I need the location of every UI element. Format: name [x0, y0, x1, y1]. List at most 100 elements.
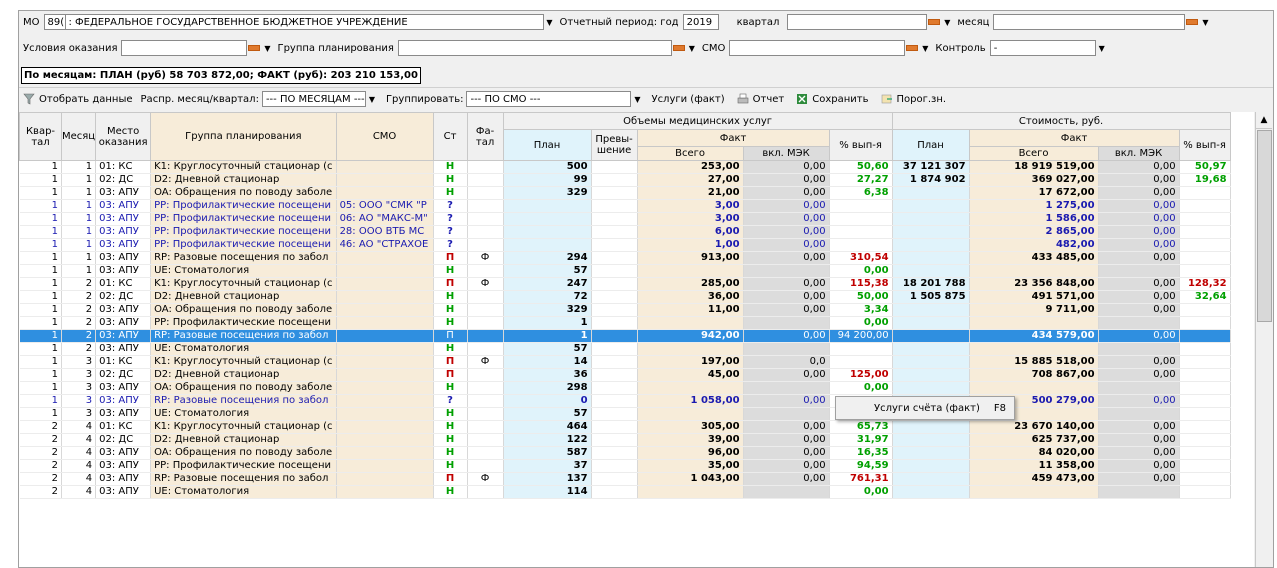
- cell-exc[interactable]: [591, 212, 638, 226]
- cell-ctotal[interactable]: 84 020,00: [969, 446, 1099, 460]
- cell-m[interactable]: 1: [61, 225, 97, 239]
- cell-q[interactable]: 1: [19, 277, 62, 291]
- col-quarter[interactable]: Квар-тал: [19, 112, 62, 161]
- cell-total[interactable]: 35,00: [637, 459, 744, 473]
- cell-plan[interactable]: 14: [503, 355, 592, 369]
- cell-cmek[interactable]: [1098, 381, 1180, 395]
- cell-total[interactable]: 45,00: [637, 368, 744, 382]
- cell-ctotal[interactable]: 17 672,00: [969, 186, 1099, 200]
- cell-place[interactable]: 02: ДС: [95, 368, 152, 382]
- cell-m[interactable]: 2: [61, 290, 97, 304]
- cell-smo[interactable]: [336, 485, 434, 499]
- cell-mek[interactable]: [743, 264, 830, 278]
- cell-m[interactable]: 1: [61, 264, 97, 278]
- cell-total[interactable]: [637, 264, 744, 278]
- cell-fat[interactable]: Ф: [467, 472, 504, 486]
- table-row[interactable]: 1 1 03: АПУ PP: Профилактические посещени 05…: [19, 199, 1231, 213]
- cell-group[interactable]: RP: Разовые посещения по забол: [150, 251, 337, 265]
- cell-mek[interactable]: [743, 407, 830, 421]
- cell-cpct[interactable]: [1179, 251, 1231, 265]
- cell-total[interactable]: 913,00: [637, 251, 744, 265]
- cell-group[interactable]: PP: Профилактические посещени: [150, 225, 337, 239]
- group-dropdown-icon[interactable]: ▼: [686, 41, 698, 55]
- cell-smo[interactable]: [336, 342, 434, 356]
- cell-m[interactable]: 1: [61, 238, 97, 252]
- cell-cplan[interactable]: [892, 446, 970, 460]
- cell-ctotal[interactable]: [969, 381, 1099, 395]
- cell-fat[interactable]: [467, 160, 504, 174]
- table-row[interactable]: 1 1 01: КС K1: Круглосуточный стационар (с Н…: [19, 160, 1231, 174]
- cell-mek[interactable]: 0,0: [743, 355, 830, 369]
- cell-cmek[interactable]: 0,00: [1098, 355, 1180, 369]
- cell-pct[interactable]: [829, 199, 893, 213]
- cell-cmek[interactable]: [1098, 407, 1180, 421]
- col-cost-pct[interactable]: % вып-я: [1178, 129, 1231, 161]
- cell-cmek[interactable]: 0,00: [1098, 329, 1180, 343]
- group-by-dropdown-icon[interactable]: ▼: [631, 92, 643, 106]
- cell-fat[interactable]: [467, 368, 504, 382]
- cell-pct[interactable]: 761,31: [829, 472, 893, 486]
- cell-cplan[interactable]: [892, 238, 970, 252]
- cell-plan[interactable]: 114: [503, 485, 592, 499]
- cell-q[interactable]: 1: [19, 394, 62, 408]
- cell-q[interactable]: 1: [19, 368, 62, 382]
- cell-cplan[interactable]: 1 505 875: [892, 290, 970, 304]
- cell-group[interactable]: OA: Обращения по поводу заболе: [150, 446, 337, 460]
- cell-cplan[interactable]: [892, 355, 970, 369]
- cell-cpct[interactable]: [1179, 485, 1231, 499]
- cell-m[interactable]: 1: [61, 251, 97, 265]
- cell-smo[interactable]: [336, 433, 434, 447]
- cell-st[interactable]: Н: [433, 342, 468, 356]
- cell-mek[interactable]: 0,00: [743, 199, 830, 213]
- cell-st[interactable]: П: [433, 472, 468, 486]
- col-group[interactable]: Группа планирования: [150, 112, 337, 161]
- cell-q[interactable]: 1: [19, 238, 62, 252]
- cell-cplan[interactable]: 37 121 307: [892, 160, 970, 174]
- cell-mek[interactable]: [743, 316, 830, 330]
- scroll-up-icon[interactable]: ▲: [1256, 112, 1272, 129]
- cell-cplan[interactable]: [892, 472, 970, 486]
- cell-cmek[interactable]: 0,00: [1098, 433, 1180, 447]
- cell-cpct[interactable]: [1179, 199, 1231, 213]
- cell-place[interactable]: 01: КС: [95, 355, 152, 369]
- cell-q[interactable]: 2: [19, 433, 62, 447]
- cell-cpct[interactable]: [1179, 264, 1231, 278]
- table-row[interactable]: 1 3 02: ДС D2: Дневной стационар П 36 45,00 0,0…: [19, 368, 1231, 382]
- cell-cpct[interactable]: [1179, 303, 1231, 317]
- cell-q[interactable]: 1: [19, 186, 62, 200]
- cell-q[interactable]: 1: [19, 355, 62, 369]
- cell-plan[interactable]: [503, 212, 592, 226]
- cell-m[interactable]: 4: [61, 433, 97, 447]
- cell-smo[interactable]: [336, 303, 434, 317]
- select-data-button[interactable]: Отобрать данные: [19, 93, 133, 105]
- cell-cpct[interactable]: [1179, 186, 1231, 200]
- cell-fat[interactable]: [467, 459, 504, 473]
- cell-exc[interactable]: [591, 485, 638, 499]
- cell-smo[interactable]: [336, 355, 434, 369]
- cell-cmek[interactable]: [1098, 316, 1180, 330]
- table-row[interactable]: 2 4 03: АПУ OA: Обращения по поводу заболе Н…: [19, 446, 1231, 460]
- cell-plan[interactable]: 0: [503, 394, 592, 408]
- cell-plan[interactable]: 298: [503, 381, 592, 395]
- cell-ctotal[interactable]: [969, 264, 1099, 278]
- cell-exc[interactable]: [591, 394, 638, 408]
- cell-place[interactable]: 03: АПУ: [95, 186, 152, 200]
- cell-group[interactable]: RP: Разовые посещения по забол: [150, 329, 337, 343]
- cell-exc[interactable]: [591, 446, 638, 460]
- cell-group[interactable]: UE: Стоматология: [150, 407, 337, 421]
- cell-plan[interactable]: 57: [503, 407, 592, 421]
- cell-place[interactable]: 03: АПУ: [95, 446, 152, 460]
- cell-cplan[interactable]: [892, 329, 970, 343]
- cell-q[interactable]: 1: [19, 407, 62, 421]
- cell-total[interactable]: 1 058,00: [637, 394, 744, 408]
- cell-cmek[interactable]: 0,00: [1098, 186, 1180, 200]
- table-row[interactable]: 1 1 03: АПУ PP: Профилактические посещени 06…: [19, 212, 1231, 226]
- cell-q[interactable]: 1: [19, 316, 62, 330]
- context-menu-item-services[interactable]: Услуги счёта (факт) F8: [836, 403, 1014, 414]
- threshold-button[interactable]: Порог.зн.: [877, 93, 946, 105]
- cell-q[interactable]: 1: [19, 199, 62, 213]
- cell-total[interactable]: 197,00: [637, 355, 744, 369]
- col-pct[interactable]: % вып-я: [828, 129, 893, 161]
- cell-plan[interactable]: 1: [503, 316, 592, 330]
- cell-fat[interactable]: [467, 303, 504, 317]
